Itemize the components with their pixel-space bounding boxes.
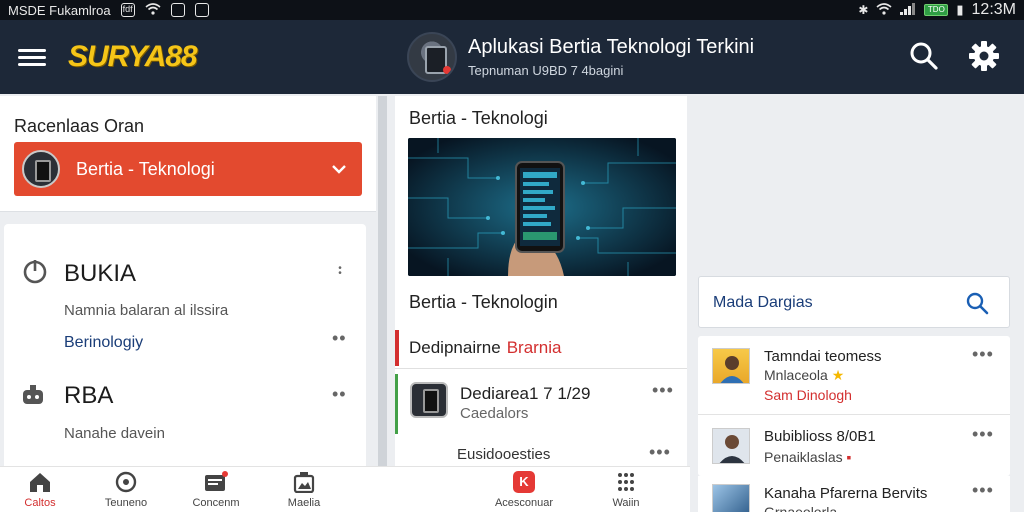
battery-icon: TDO bbox=[924, 4, 949, 16]
more-horiz-icon[interactable]: ••• bbox=[649, 442, 671, 463]
item-thumbnail bbox=[712, 484, 750, 512]
nav-label: Caltos bbox=[24, 497, 56, 509]
more-horiz-icon[interactable]: ••• bbox=[972, 344, 994, 365]
grid-icon bbox=[614, 471, 638, 493]
nav-label: Concenm bbox=[192, 497, 240, 509]
list-item-title[interactable]: BUKIA bbox=[64, 260, 136, 288]
red-marker-icon: ▪ bbox=[846, 449, 852, 465]
media-icon bbox=[292, 471, 316, 494]
section-label: Racenlaas Oran bbox=[14, 116, 145, 136]
item-thumbnail bbox=[410, 382, 448, 418]
nav-item-news[interactable]: Concenm bbox=[176, 471, 256, 509]
nav-label: Acesconuar bbox=[494, 497, 554, 509]
news-icon bbox=[204, 471, 228, 493]
highlight-red: Brarnia bbox=[506, 338, 562, 357]
notification-icon bbox=[170, 3, 185, 17]
live-dot bbox=[443, 66, 451, 74]
highlight-row[interactable]: Dedipnairne Brarnia bbox=[395, 330, 687, 366]
list-item-link[interactable]: Berinologiy bbox=[64, 334, 143, 352]
item-title[interactable]: Tamndai teomess bbox=[764, 348, 882, 365]
feed-card: Bertia - Teknologi Bertia - Teknologin D… bbox=[395, 96, 687, 466]
gear-icon[interactable] bbox=[968, 40, 1000, 72]
nav-label: Teuneno bbox=[104, 497, 148, 509]
feed-header: Bertia - Teknologi bbox=[409, 108, 548, 128]
wifi-icon bbox=[876, 2, 892, 18]
app-bar: SURYA88 Aplukasi Bertia Teknologi Terkin… bbox=[0, 20, 1024, 94]
bottom-nav: Caltos Teuneno Concenm Maelia K Acesconu… bbox=[0, 466, 690, 512]
divider bbox=[395, 368, 687, 369]
home-icon bbox=[28, 471, 52, 493]
bluetooth-icon: ✱ bbox=[858, 3, 869, 17]
nav-item-media[interactable]: Maelia bbox=[264, 471, 344, 509]
more-horiz-icon[interactable]: ••• bbox=[972, 480, 994, 501]
category-card: Racenlaas Oran Bertia - Teknologi bbox=[0, 96, 376, 212]
power-icon bbox=[22, 258, 48, 284]
item-line: Penaiklaslas ▪ bbox=[764, 449, 851, 465]
app-badge-letter: K bbox=[519, 474, 529, 489]
feed-caption[interactable]: Bertia - Teknologin bbox=[409, 292, 558, 313]
scrollbar[interactable] bbox=[378, 96, 387, 466]
nav-item-home[interactable]: Caltos bbox=[0, 471, 80, 509]
header-text: Aplukasi Bertia Teknologi Terkini Tepnum… bbox=[468, 36, 754, 78]
nav-label: Waiin bbox=[612, 497, 640, 509]
status-badge: fdf bbox=[120, 3, 135, 17]
search-icon[interactable] bbox=[908, 40, 940, 72]
item-thumbnail bbox=[712, 348, 750, 384]
highlight-text: Dedipnairne bbox=[409, 338, 501, 357]
nav-label: Maelia bbox=[287, 497, 321, 509]
star-icon: ★ bbox=[831, 367, 845, 383]
list-item-subtitle: Namnia balaran al ilssira bbox=[64, 302, 229, 319]
list-item-subtitle: Nanahe davein bbox=[64, 425, 165, 442]
list-item[interactable]: Dediarea1 7 1/29 Caedalors ••• bbox=[395, 374, 687, 434]
nav-item-explore[interactable]: Teuneno bbox=[86, 471, 166, 509]
category-thumbnail bbox=[22, 150, 60, 188]
list-item[interactable]: Kanaha Pfarerna Bervits Grnaeolorla ••• bbox=[698, 476, 1010, 512]
app-logo[interactable]: SURYA88 bbox=[68, 40, 198, 74]
item-thumbnail bbox=[712, 428, 750, 464]
wifi-icon bbox=[145, 2, 161, 18]
sim-icon: ▮ bbox=[956, 2, 964, 17]
compass-icon bbox=[114, 471, 138, 493]
menu-icon[interactable] bbox=[18, 45, 46, 70]
nav-item-apps[interactable]: K Acesconuar bbox=[484, 471, 564, 509]
robot-icon bbox=[20, 382, 46, 408]
list-item-title[interactable]: Eusidooesties bbox=[457, 446, 550, 463]
search-placeholder: Mada Dargias bbox=[713, 294, 813, 311]
more-horiz-icon[interactable]: •• bbox=[332, 384, 347, 405]
divider bbox=[698, 414, 1010, 415]
item-line: Mnlaceola ★ bbox=[764, 367, 844, 384]
trending-list: Tamndai teomess Mnlaceola ★ Sam Dinologh… bbox=[698, 336, 1010, 476]
status-left-text: MSDE Fukamlroa bbox=[8, 2, 111, 18]
status-bar: MSDE Fukamlroa fdf ✱ TDO ▮ 12:3M bbox=[0, 0, 1024, 20]
item-subtitle: Caedalors bbox=[460, 405, 529, 422]
signal-icon bbox=[900, 2, 916, 18]
item-subtitle: Mnlaceola bbox=[764, 367, 828, 383]
message-icon bbox=[194, 3, 209, 17]
more-horiz-icon[interactable]: ••• bbox=[972, 424, 994, 445]
category-select-label: Bertia - Teknologi bbox=[76, 158, 215, 179]
item-title: Dediarea1 7 1/29 bbox=[460, 384, 591, 403]
left-list-card: BUKIA • • Namnia balaran al ilssira Berin… bbox=[4, 224, 366, 474]
category-select[interactable]: Bertia - Teknologi bbox=[14, 142, 362, 196]
search-icon[interactable] bbox=[965, 291, 989, 320]
item-subtitle: Grnaeolorla bbox=[764, 504, 838, 512]
search-input[interactable]: Mada Dargias bbox=[698, 276, 1010, 328]
status-clock: 12:3M bbox=[971, 1, 1016, 18]
item-subtitle: Penaiklaslas bbox=[764, 449, 843, 465]
item-title: Kanaha Pfarerna Bervits bbox=[764, 485, 928, 502]
more-horiz-icon[interactable]: ••• bbox=[652, 380, 674, 401]
hero-image[interactable] bbox=[408, 138, 676, 276]
channel-avatar[interactable] bbox=[407, 32, 457, 82]
item-title[interactable]: Bubiblioss 8/0B1 bbox=[764, 428, 876, 445]
page-subtitle: Tepnuman U9BD 7 4bagini bbox=[468, 63, 624, 78]
list-item-title[interactable]: RBA bbox=[64, 382, 113, 410]
page-title: Aplukasi Bertia Teknologi Terkini bbox=[468, 36, 755, 58]
more-horiz-icon[interactable]: •• bbox=[332, 328, 347, 349]
item-author[interactable]: Sam Dinologh bbox=[764, 387, 852, 403]
more-vert-icon[interactable]: • • bbox=[337, 264, 343, 279]
nav-item-more[interactable]: Waiin bbox=[586, 471, 666, 509]
app-k-icon: K bbox=[512, 471, 536, 493]
chevron-down-icon bbox=[332, 161, 346, 177]
